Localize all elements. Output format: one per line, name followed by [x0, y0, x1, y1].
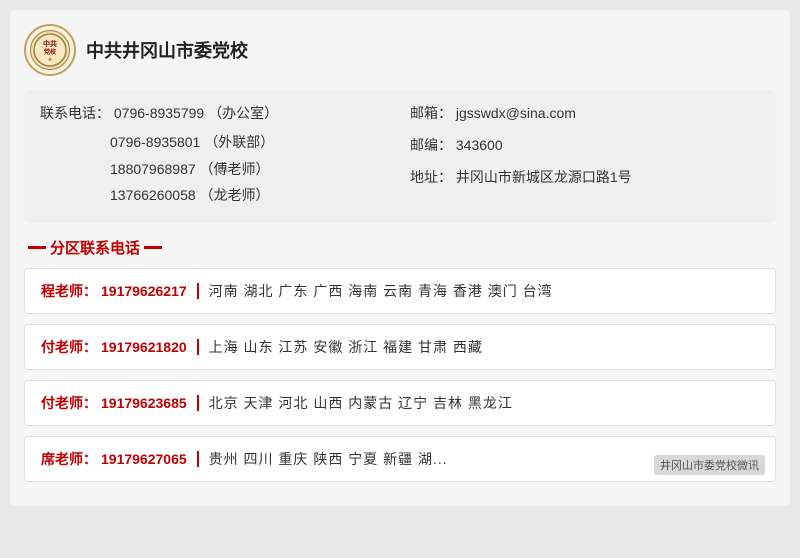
section-heading: 分区联系电话	[24, 237, 776, 258]
regions-2: 上海 山东 江苏 安徽 浙江 福建 甘肃 西藏	[209, 337, 483, 357]
org-title: 中共井冈山市委党校	[86, 37, 248, 63]
phone-note-4: （龙老师）	[200, 187, 270, 203]
address-row: 地址： 井冈山市新城区龙源口路1号	[410, 166, 760, 190]
divider-3	[197, 395, 199, 411]
contact-box: 联系电话： 0796-8935799 （办公室） 0796-8935801 （外…	[24, 90, 776, 223]
phone-note-1: （办公室）	[208, 105, 278, 121]
dash-left	[28, 246, 46, 249]
email-row: 邮箱： jgsswdx@sina.com	[410, 102, 760, 126]
phone-2: 0796-8935801	[110, 134, 200, 150]
phone-note-2: （外联部）	[204, 134, 274, 150]
address-value: 井冈山市新城区龙源口路1号	[456, 169, 632, 185]
teacher-name-3: 付老师：	[41, 393, 97, 413]
postcode-label: 邮编：	[410, 137, 452, 153]
page-wrapper: 中共 党校 ★ 中共井冈山市委党校 联系电话： 0796-8935799 （办公…	[10, 10, 790, 506]
phone-3: 18807968987	[110, 161, 196, 177]
phone-row-2: 0796-8935801 （外联部）	[40, 131, 390, 155]
region-cards-container: 程老师： 19179626217 河南 湖北 广东 广西 海南 云南 青海 香港…	[24, 268, 776, 482]
phone-region-4: 19179627065	[101, 451, 187, 467]
divider-1	[197, 283, 199, 299]
svg-text:中共: 中共	[43, 39, 57, 48]
postcode-row: 邮编： 343600	[410, 134, 760, 158]
contact-left: 联系电话： 0796-8935799 （办公室） 0796-8935801 （外…	[40, 102, 390, 211]
logo-inner: 中共 党校 ★	[30, 30, 70, 70]
contact-right: 邮箱： jgsswdx@sina.com 邮编： 343600 地址： 井冈山市…	[410, 102, 760, 211]
svg-text:党校: 党校	[44, 48, 57, 56]
svg-text:★: ★	[48, 57, 53, 63]
region-card-2: 付老师： 19179621820 上海 山东 江苏 安徽 浙江 福建 甘肃 西藏	[24, 324, 776, 370]
region-card-3: 付老师： 19179623685 北京 天津 河北 山西 内蒙古 辽宁 吉林 黑…	[24, 380, 776, 426]
dash-right	[144, 246, 162, 249]
phone-region-2: 19179621820	[101, 339, 187, 355]
region-card-1: 程老师： 19179626217 河南 湖北 广东 广西 海南 云南 青海 香港…	[24, 268, 776, 314]
teacher-name-2: 付老师：	[41, 337, 97, 357]
section-title: 分区联系电话	[50, 237, 140, 258]
divider-4	[197, 451, 199, 467]
phone-4: 13766260058	[110, 187, 196, 203]
divider-2	[197, 339, 199, 355]
regions-4: 贵州 四川 重庆 陕西 宁夏 新疆 湖...	[209, 449, 448, 469]
phone-label: 联系电话：	[40, 105, 110, 121]
header: 中共 党校 ★ 中共井冈山市委党校	[24, 24, 776, 76]
teacher-name-1: 程老师：	[41, 281, 97, 301]
phone-row-1: 联系电话： 0796-8935799 （办公室）	[40, 102, 390, 126]
phone-row-3: 18807968987 （傅老师）	[40, 158, 390, 182]
phone-note-3: （傅老师）	[200, 161, 270, 177]
email-value: jgsswdx@sina.com	[456, 105, 576, 121]
address-label: 地址：	[410, 169, 452, 185]
regions-3: 北京 天津 河北 山西 内蒙古 辽宁 吉林 黑龙江	[209, 393, 513, 413]
postcode-value: 343600	[456, 137, 503, 153]
regions-1: 河南 湖北 广东 广西 海南 云南 青海 香港 澳门 台湾	[209, 281, 553, 301]
phone-region-3: 19179623685	[101, 395, 187, 411]
teacher-name-4: 席老师：	[41, 449, 97, 469]
phone-1: 0796-8935799	[114, 105, 204, 121]
region-card-4: 席老师： 19179627065 贵州 四川 重庆 陕西 宁夏 新疆 湖... …	[24, 436, 776, 482]
email-label: 邮箱：	[410, 105, 452, 121]
logo-circle: 中共 党校 ★	[24, 24, 76, 76]
phone-region-1: 19179626217	[101, 283, 187, 299]
watermark: 井冈山市委党校微讯	[654, 455, 765, 475]
phone-row-4: 13766260058 （龙老师）	[40, 184, 390, 208]
